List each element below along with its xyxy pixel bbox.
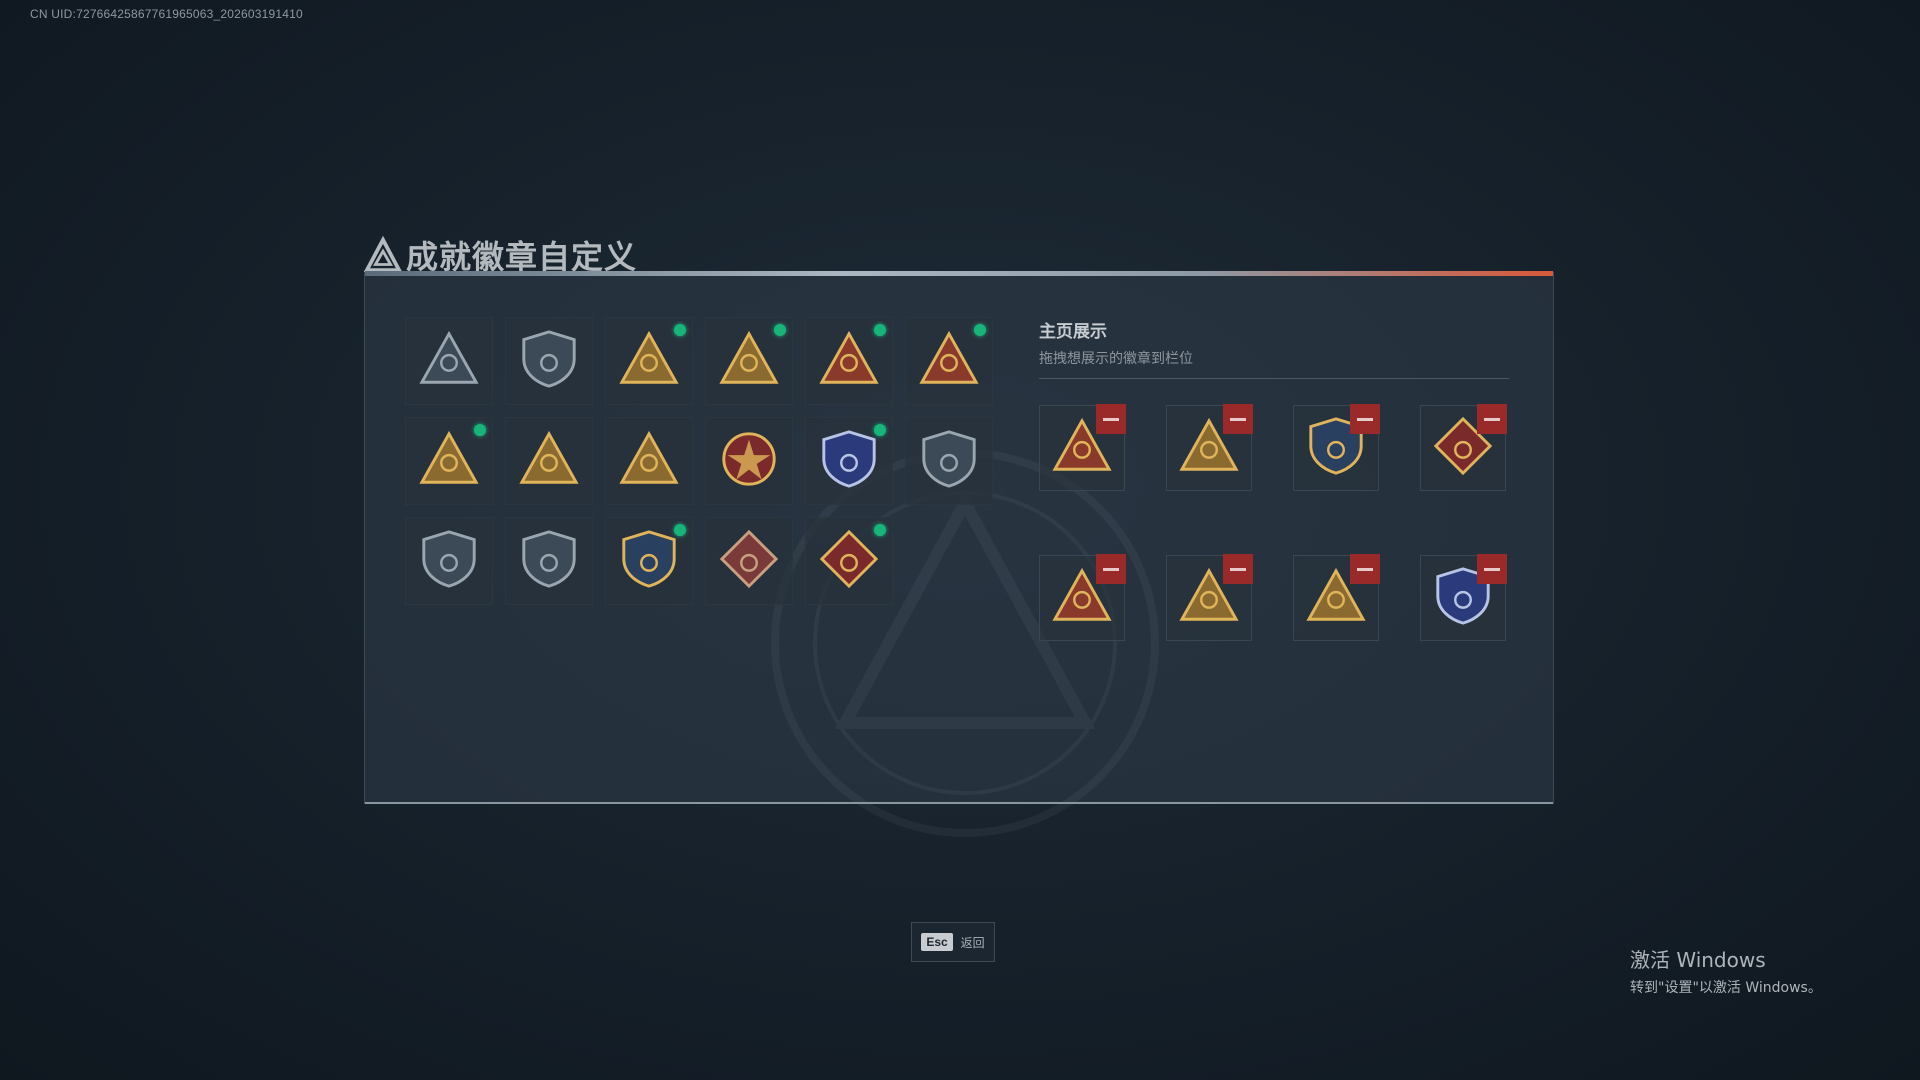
- showcase-subtitle: 拖拽想展示的徽章到栏位: [1039, 351, 1193, 367]
- no-weapon-shield-icon: [518, 528, 580, 594]
- back-label: 返回: [960, 935, 985, 950]
- showcase-slot[interactable]: [1166, 554, 1253, 641]
- badge-slot[interactable]: [505, 417, 593, 505]
- badge-slot[interactable]: [405, 317, 493, 405]
- minus-icon: [1484, 417, 1500, 421]
- showcase-grid: [1039, 404, 1507, 641]
- triangle-logo-icon: [364, 236, 402, 273]
- uid-text: CN UID:72766425867761965063_202603191410: [30, 7, 303, 21]
- no-weapon-shield-icon: [418, 528, 480, 594]
- remove-badge-button[interactable]: [1350, 404, 1380, 434]
- panel-bottom-line: [365, 802, 1553, 804]
- minus-icon: [1230, 417, 1246, 421]
- badge-slot[interactable]: [405, 417, 493, 505]
- badge-collection-grid: [405, 317, 993, 605]
- badge-slot[interactable]: [605, 317, 693, 405]
- badge-slot[interactable]: [505, 317, 593, 405]
- number-one-triangle-icon: [818, 328, 880, 394]
- remove-badge-button[interactable]: [1096, 554, 1126, 584]
- tiger-diamond-icon: [718, 528, 780, 594]
- remove-badge-button[interactable]: [1477, 404, 1507, 434]
- badge-slot[interactable]: [805, 317, 893, 405]
- dragon-diamond-icon: [818, 528, 880, 594]
- activation-line1: 激活 Windows: [1630, 948, 1766, 972]
- badge-slot[interactable]: [405, 517, 493, 605]
- minus-icon: [1484, 567, 1500, 571]
- back-button[interactable]: Esc 返回: [911, 922, 995, 962]
- badge-slot[interactable]: [805, 417, 893, 505]
- police-shield-icon: [818, 428, 880, 494]
- crest-shield-icon: [618, 528, 680, 594]
- new-indicator-dot: [474, 424, 486, 436]
- new-indicator-dot: [874, 524, 886, 536]
- rocket-triangle-icon: [618, 428, 680, 494]
- new-indicator-dot: [674, 324, 686, 336]
- showcase-slot[interactable]: [1039, 554, 1126, 641]
- panel-top-bar: [365, 271, 1553, 276]
- divider: [1039, 378, 1509, 379]
- badge-panel: 主页展示 拖拽想展示的徽章到栏位: [364, 271, 1554, 837]
- squad-triangle-icon: [518, 428, 580, 494]
- badge-slot[interactable]: [605, 517, 693, 605]
- badge-slot[interactable]: [805, 517, 893, 605]
- windows-activation-watermark: 激活 Windows 转到"设置"以激活 Windows。: [1630, 944, 1822, 997]
- remove-badge-button[interactable]: [1223, 554, 1253, 584]
- badge-slot[interactable]: [605, 417, 693, 505]
- showcase-section: 主页展示 拖拽想展示的徽章到栏位: [1039, 317, 1509, 641]
- hourglass-triangle-icon: [618, 328, 680, 394]
- minus-icon: [1357, 417, 1373, 421]
- new-indicator-dot: [874, 324, 886, 336]
- minus-icon: [1103, 417, 1119, 421]
- helicopter-shield-icon: [518, 328, 580, 394]
- remove-badge-button[interactable]: [1350, 554, 1380, 584]
- badge-slot[interactable]: [705, 317, 793, 405]
- minus-icon: [1230, 567, 1246, 571]
- wolf-shield-icon: [918, 428, 980, 494]
- badge-slot[interactable]: [705, 417, 793, 505]
- boat-triangle-icon: [718, 328, 780, 394]
- badge-slot[interactable]: [905, 317, 993, 405]
- showcase-slot[interactable]: [1420, 554, 1507, 641]
- showcase-slot[interactable]: [1039, 404, 1126, 491]
- showcase-slot[interactable]: [1166, 404, 1253, 491]
- badge-slot[interactable]: [705, 517, 793, 605]
- minus-icon: [1103, 567, 1119, 571]
- showcase-slot[interactable]: [1420, 404, 1507, 491]
- activation-line2: 转到"设置"以激活 Windows。: [1630, 980, 1822, 996]
- remove-badge-button[interactable]: [1223, 404, 1253, 434]
- new-indicator-dot: [774, 324, 786, 336]
- showcase-title: 主页展示: [1039, 322, 1107, 342]
- new-indicator-dot: [874, 424, 886, 436]
- minus-icon: [1357, 567, 1373, 571]
- shield-triangle-icon: [418, 328, 480, 394]
- soldier-triangle-icon: [418, 428, 480, 494]
- new-indicator-dot: [974, 324, 986, 336]
- badge-slot[interactable]: [905, 417, 993, 505]
- star-compass-badge-icon: [718, 428, 780, 494]
- remove-badge-button[interactable]: [1477, 554, 1507, 584]
- new-indicator-dot: [674, 524, 686, 536]
- showcase-slot[interactable]: [1293, 554, 1380, 641]
- remove-badge-button[interactable]: [1096, 404, 1126, 434]
- esc-key-hint: Esc: [921, 933, 953, 951]
- backpack-triangle-icon: [918, 328, 980, 394]
- badge-slot[interactable]: [505, 517, 593, 605]
- showcase-slot[interactable]: [1293, 404, 1380, 491]
